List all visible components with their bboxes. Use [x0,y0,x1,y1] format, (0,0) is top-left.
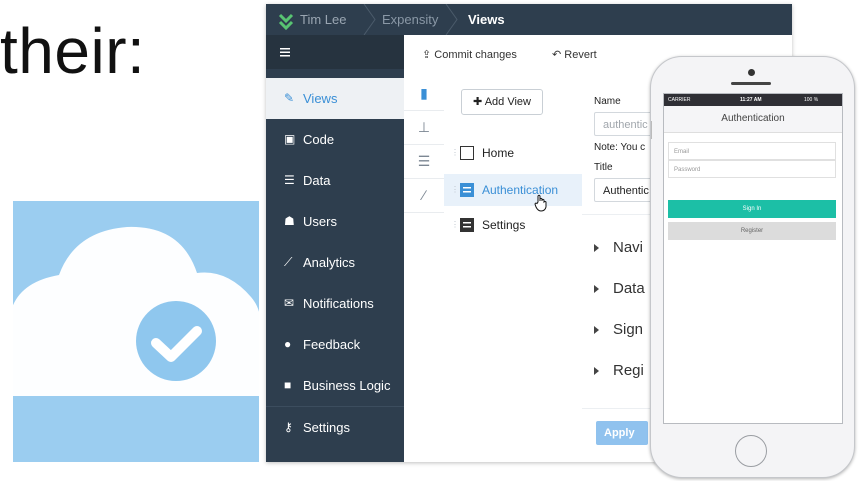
sidebar-item-views[interactable]: ✎ Views [266,78,404,119]
revert-button[interactable]: ↶ Revert [552,35,597,76]
commit-changes-button[interactable]: ⇪ Commit changes [422,35,517,76]
phone-screen: CARRIER 11:27 AM 100 % Authentication Em… [663,93,843,424]
caret-right-icon [594,326,599,335]
phone-nav-title: Authentication [664,106,842,133]
password-field[interactable]: Password [668,160,836,178]
briefcase-icon: ■ [284,378,292,392]
comment-icon: ● [284,337,292,351]
section-register[interactable]: Regi [594,362,644,379]
pencil-square-icon: ✎ [284,91,295,105]
logo-icon [278,4,294,35]
breadcrumb-separator-icon [445,4,458,35]
sidebar-item-label: Feedback [303,337,361,352]
name-note: Note: You c [594,142,646,153]
name-label: Name [594,96,621,107]
sidebar-item-label: Data [303,173,331,188]
sidebar-item-analytics[interactable]: ⟋ Analytics [266,242,404,283]
caret-right-icon [594,367,599,376]
sidebar-item-label: Users [303,214,337,229]
volume-button-icon [651,121,652,139]
sidebar-item-label: Code [303,132,335,147]
hamburger-icon [280,35,294,82]
users-icon: ☗ [284,214,295,228]
code-file-icon: ▣ [284,132,296,146]
home-button[interactable] [735,435,767,467]
line-chart-icon: ⟋ [284,255,293,269]
view-item-home[interactable]: ⋮⋮ Home [444,137,582,169]
section-label: Sign [613,321,644,338]
view-item-label: Settings [482,218,526,232]
view-item-settings[interactable]: ⋮⋮ Settings [444,209,582,241]
section-navigation[interactable]: Navi [594,239,643,256]
view-item-authentication[interactable]: ⋮⋮ Authentication [444,174,582,206]
sidebar-item-label: Notifications [303,296,374,311]
top-bar: Tim Lee Expensity Views [266,4,792,35]
commit-label: Commit changes [434,49,517,61]
sign-in-button[interactable]: Sign In [668,200,836,218]
speaker-icon [731,82,771,85]
breadcrumb-app[interactable]: Expensity [382,4,438,35]
breadcrumb-separator-icon [363,4,376,35]
sitemap-icon[interactable]: ⊥ [404,110,444,145]
status-bar: CARRIER 11:27 AM 100 % [664,94,842,106]
undo-icon: ↶ [552,49,562,61]
envelope-icon: ✉ [284,296,295,310]
battery-text: 100 % [804,97,819,103]
camera-icon [748,69,755,76]
caret-right-icon [594,244,599,253]
list-page-icon [460,218,474,232]
email-field[interactable]: Email [668,142,836,160]
caret-right-icon [594,285,599,294]
sidebar-item-data[interactable]: ☰ Data [266,160,404,201]
database-icon: ☰ [284,173,295,187]
section-label: Navi [613,239,644,256]
add-view-button[interactable]: ✚ Add View [461,89,543,115]
slide-title-fragment: their: [0,15,146,87]
views-list-panel: ✚ Add View ⋮⋮ Home ⋮⋮ Authentication ⋮⋮ … [444,76,583,462]
editor-icon-column: ▮ ⊥ ☰ ∕ [404,76,445,462]
brush-icon[interactable]: ∕ [404,178,444,213]
blank-page-icon [460,146,474,160]
revert-label: Revert [564,49,597,61]
file-icon[interactable]: ▮ [404,76,444,111]
sidebar-item-settings[interactable]: ⚷ Settings [266,406,404,448]
phone-preview: CARRIER 11:27 AM 100 % Authentication Em… [650,56,855,478]
breadcrumb-user[interactable]: Tim Lee [300,4,346,35]
apply-button[interactable]: Apply [596,421,648,445]
menu-toggle[interactable] [266,35,404,69]
sidebar-item-label: Analytics [303,255,356,270]
plus-icon: ✚ [473,96,483,108]
sidebar-item-notifications[interactable]: ✉ Notifications [266,283,404,324]
form-page-icon [460,183,474,197]
key-icon: ⚷ [284,420,293,434]
register-button[interactable]: Register [668,222,836,240]
cloud-check-illustration [13,201,259,462]
sidebar-item-users[interactable]: ☗ Users [266,201,404,242]
section-label: Regi [613,362,644,379]
sidebar-item-label: Views [303,91,338,106]
upload-icon: ⇪ [422,49,432,61]
sidebar-item-code[interactable]: ▣ Code [266,119,404,160]
sidebar-item-label: Business Logic [303,378,391,393]
title-label: Title [594,162,613,173]
section-sign-in[interactable]: Sign [594,321,643,338]
sidebar: ✎ Views ▣ Code ☰ Data ☗ Users ⟋ Analytic… [266,35,404,462]
time-text: 11:27 AM [740,97,762,103]
carrier-text: CARRIER [668,97,691,103]
add-view-label: Add View [484,96,531,108]
section-label: Data [613,280,645,297]
view-item-label: Home [482,146,515,160]
hand-cursor-icon [534,194,547,212]
sidebar-item-business-logic[interactable]: ■ Business Logic [266,365,404,406]
sidebar-item-feedback[interactable]: ● Feedback [266,324,404,365]
database-icon[interactable]: ☰ [404,144,444,179]
sidebar-item-label: Settings [303,420,350,435]
cloud-check-icon [13,226,259,396]
section-data[interactable]: Data [594,280,645,297]
breadcrumb-current: Views [468,12,505,27]
